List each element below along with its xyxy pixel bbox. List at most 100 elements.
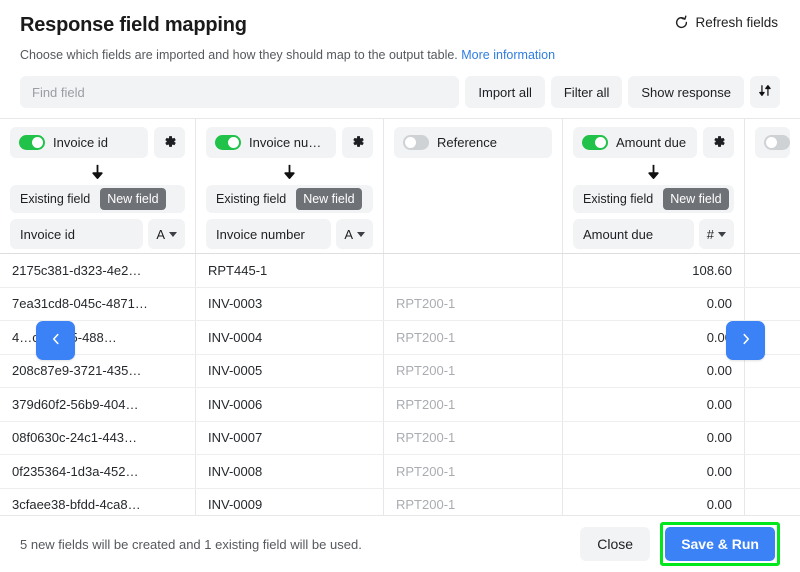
segment-existing-field[interactable]: Existing field bbox=[209, 188, 293, 210]
cell-invoice-id[interactable]: 7ea31cd8-045c-4871… bbox=[0, 287, 196, 320]
cell-amount-due[interactable]: 0.00 bbox=[563, 287, 745, 320]
table-row[interactable]: 4…cc-3c75-488… INV-0004 RPT200-1 0.00 bbox=[0, 321, 800, 355]
cell-amount-due[interactable]: 0.00 bbox=[563, 354, 745, 387]
number-type-icon: # bbox=[706, 226, 714, 242]
segment-new-field[interactable]: New field bbox=[100, 188, 166, 210]
dialog-footer: 5 new fields will be created and 1 exist… bbox=[0, 516, 800, 572]
cell-partial-next[interactable] bbox=[745, 455, 800, 488]
mapping-arrow bbox=[10, 159, 185, 185]
chevron-down-icon bbox=[718, 231, 726, 237]
cell-invoice-number[interactable]: INV-0008 bbox=[196, 455, 384, 488]
cell-amount-due[interactable]: 0.00 bbox=[563, 421, 745, 454]
column-chip-row: Amount due bbox=[573, 127, 734, 158]
cell-invoice-number[interactable]: RPT445-1 bbox=[196, 254, 384, 287]
cell-reference[interactable]: RPT200-1 bbox=[384, 321, 563, 354]
filter-all-button[interactable]: Filter all bbox=[550, 76, 623, 108]
sort-button[interactable] bbox=[750, 76, 780, 108]
table-row[interactable]: 2175c381-d323-4e2… RPT445-1 108.60 bbox=[0, 254, 800, 288]
save-and-run-button[interactable]: Save & Run bbox=[665, 527, 775, 561]
field-type-button-invoice-id[interactable]: A bbox=[148, 219, 185, 249]
field-config-row: Invoice number A bbox=[206, 219, 373, 249]
column-toggle-invoice-id[interactable] bbox=[19, 135, 45, 150]
arrow-down-icon bbox=[284, 164, 295, 179]
column-toggle-partial-next[interactable] bbox=[764, 135, 790, 150]
close-button[interactable]: Close bbox=[580, 527, 651, 561]
target-field-name-input-amount-due[interactable]: Amount due bbox=[573, 219, 694, 249]
column-chip-row: Invoice id bbox=[10, 127, 185, 158]
refresh-fields-button[interactable]: Refresh fields bbox=[672, 12, 780, 33]
cell-reference[interactable]: RPT200-1 bbox=[384, 287, 563, 320]
cell-reference[interactable]: RPT200-1 bbox=[384, 354, 563, 387]
cell-invoice-id[interactable]: 3cfaee38-bfdd-4ca8… bbox=[0, 488, 196, 515]
column-chip-row: Invoice number bbox=[206, 127, 373, 158]
table-row[interactable]: 7ea31cd8-045c-4871… INV-0003 RPT200-1 0.… bbox=[0, 287, 800, 321]
gear-icon bbox=[162, 134, 177, 152]
more-information-link[interactable]: More information bbox=[461, 48, 555, 62]
cell-amount-due[interactable]: 0.00 bbox=[563, 388, 745, 421]
cell-invoice-id[interactable]: 2175c381-d323-4e2… bbox=[0, 254, 196, 287]
cell-invoice-number[interactable]: INV-0003 bbox=[196, 287, 384, 320]
cell-invoice-id[interactable]: 208c87e9-3721-435… bbox=[0, 354, 196, 387]
gear-icon bbox=[350, 134, 365, 152]
segment-existing-field[interactable]: Existing field bbox=[13, 188, 97, 210]
cell-invoice-number[interactable]: INV-0009 bbox=[196, 488, 384, 515]
cell-partial-next[interactable] bbox=[745, 288, 800, 321]
column-settings-button-invoice-id[interactable] bbox=[154, 127, 185, 158]
table-row[interactable]: 3cfaee38-bfdd-4ca8… INV-0009 RPT200-1 0.… bbox=[0, 488, 800, 516]
cell-reference[interactable]: RPT200-1 bbox=[384, 388, 563, 421]
table-row[interactable]: 379d60f2-56b9-404… INV-0006 RPT200-1 0.0… bbox=[0, 388, 800, 422]
grid-header-row: Invoice id Existing field New field Invo… bbox=[0, 119, 800, 254]
segment-existing-field[interactable]: Existing field bbox=[576, 188, 660, 210]
segment-new-field[interactable]: New field bbox=[296, 188, 362, 210]
column-chip-row: Reference bbox=[394, 127, 552, 158]
column-settings-button-amount-due[interactable] bbox=[703, 127, 734, 158]
column-header-reference: Reference bbox=[384, 119, 563, 253]
cell-partial-next[interactable] bbox=[745, 388, 800, 421]
cell-invoice-number[interactable]: INV-0004 bbox=[196, 321, 384, 354]
column-toggle-amount-due[interactable] bbox=[582, 135, 608, 150]
table-row[interactable]: 0f235364-1d3a-452… INV-0008 RPT200-1 0.0… bbox=[0, 455, 800, 489]
chevron-right-icon bbox=[739, 332, 753, 349]
cell-partial-next[interactable] bbox=[745, 489, 800, 516]
column-name-chip: Invoice id bbox=[10, 127, 148, 158]
table-row[interactable]: 208c87e9-3721-435… INV-0005 RPT200-1 0.0… bbox=[0, 354, 800, 388]
cell-invoice-id[interactable]: 08f0630c-24c1-443… bbox=[0, 421, 196, 454]
dialog-header: Response field mapping Refresh fields Ch… bbox=[0, 0, 800, 64]
field-type-button-invoice-number[interactable]: A bbox=[336, 219, 373, 249]
cell-reference[interactable] bbox=[384, 254, 563, 287]
target-field-name-input-invoice-number[interactable]: Invoice number bbox=[206, 219, 332, 249]
cell-reference[interactable]: RPT200-1 bbox=[384, 421, 563, 454]
column-settings-button-invoice-number[interactable] bbox=[342, 127, 373, 158]
cell-reference[interactable]: RPT200-1 bbox=[384, 455, 563, 488]
arrow-down-icon bbox=[648, 164, 659, 179]
toolbar: Import all Filter all Show response bbox=[20, 76, 780, 108]
mapping-arrow bbox=[573, 159, 734, 185]
cell-amount-due[interactable]: 0.00 bbox=[563, 488, 745, 515]
target-field-name-input-invoice-id[interactable]: Invoice id bbox=[10, 219, 144, 249]
scroll-right-button[interactable] bbox=[726, 321, 765, 360]
search-input[interactable] bbox=[20, 76, 460, 108]
cell-partial-next[interactable] bbox=[745, 422, 800, 455]
cell-partial-next[interactable] bbox=[745, 254, 800, 287]
cell-invoice-id[interactable]: 0f235364-1d3a-452… bbox=[0, 455, 196, 488]
cell-invoice-number[interactable]: INV-0007 bbox=[196, 421, 384, 454]
field-type-button-amount-due[interactable]: # bbox=[698, 219, 734, 249]
cell-reference[interactable]: RPT200-1 bbox=[384, 488, 563, 515]
segment-new-field[interactable]: New field bbox=[663, 188, 729, 210]
cell-invoice-id[interactable]: 4…cc-3c75-488… bbox=[0, 321, 196, 354]
table-row[interactable]: 08f0630c-24c1-443… INV-0007 RPT200-1 0.0… bbox=[0, 421, 800, 455]
cell-invoice-number[interactable]: INV-0005 bbox=[196, 354, 384, 387]
cell-invoice-id[interactable]: 379d60f2-56b9-404… bbox=[0, 388, 196, 421]
cell-amount-due[interactable]: 0.00 bbox=[563, 455, 745, 488]
import-all-button[interactable]: Import all bbox=[465, 76, 545, 108]
show-response-button[interactable]: Show response bbox=[628, 76, 744, 108]
cell-amount-due[interactable]: 0.00 bbox=[563, 321, 745, 354]
scroll-left-button[interactable] bbox=[36, 321, 75, 360]
cell-amount-due[interactable]: 108.60 bbox=[563, 254, 745, 287]
column-name-label: Reference bbox=[437, 135, 497, 150]
column-toggle-reference[interactable] bbox=[403, 135, 429, 150]
column-toggle-invoice-number[interactable] bbox=[215, 135, 241, 150]
cell-invoice-number[interactable]: INV-0006 bbox=[196, 388, 384, 421]
response-field-mapping-dialog: Response field mapping Refresh fields Ch… bbox=[0, 0, 800, 572]
dialog-subtitle: Choose which fields are imported and how… bbox=[20, 47, 780, 64]
